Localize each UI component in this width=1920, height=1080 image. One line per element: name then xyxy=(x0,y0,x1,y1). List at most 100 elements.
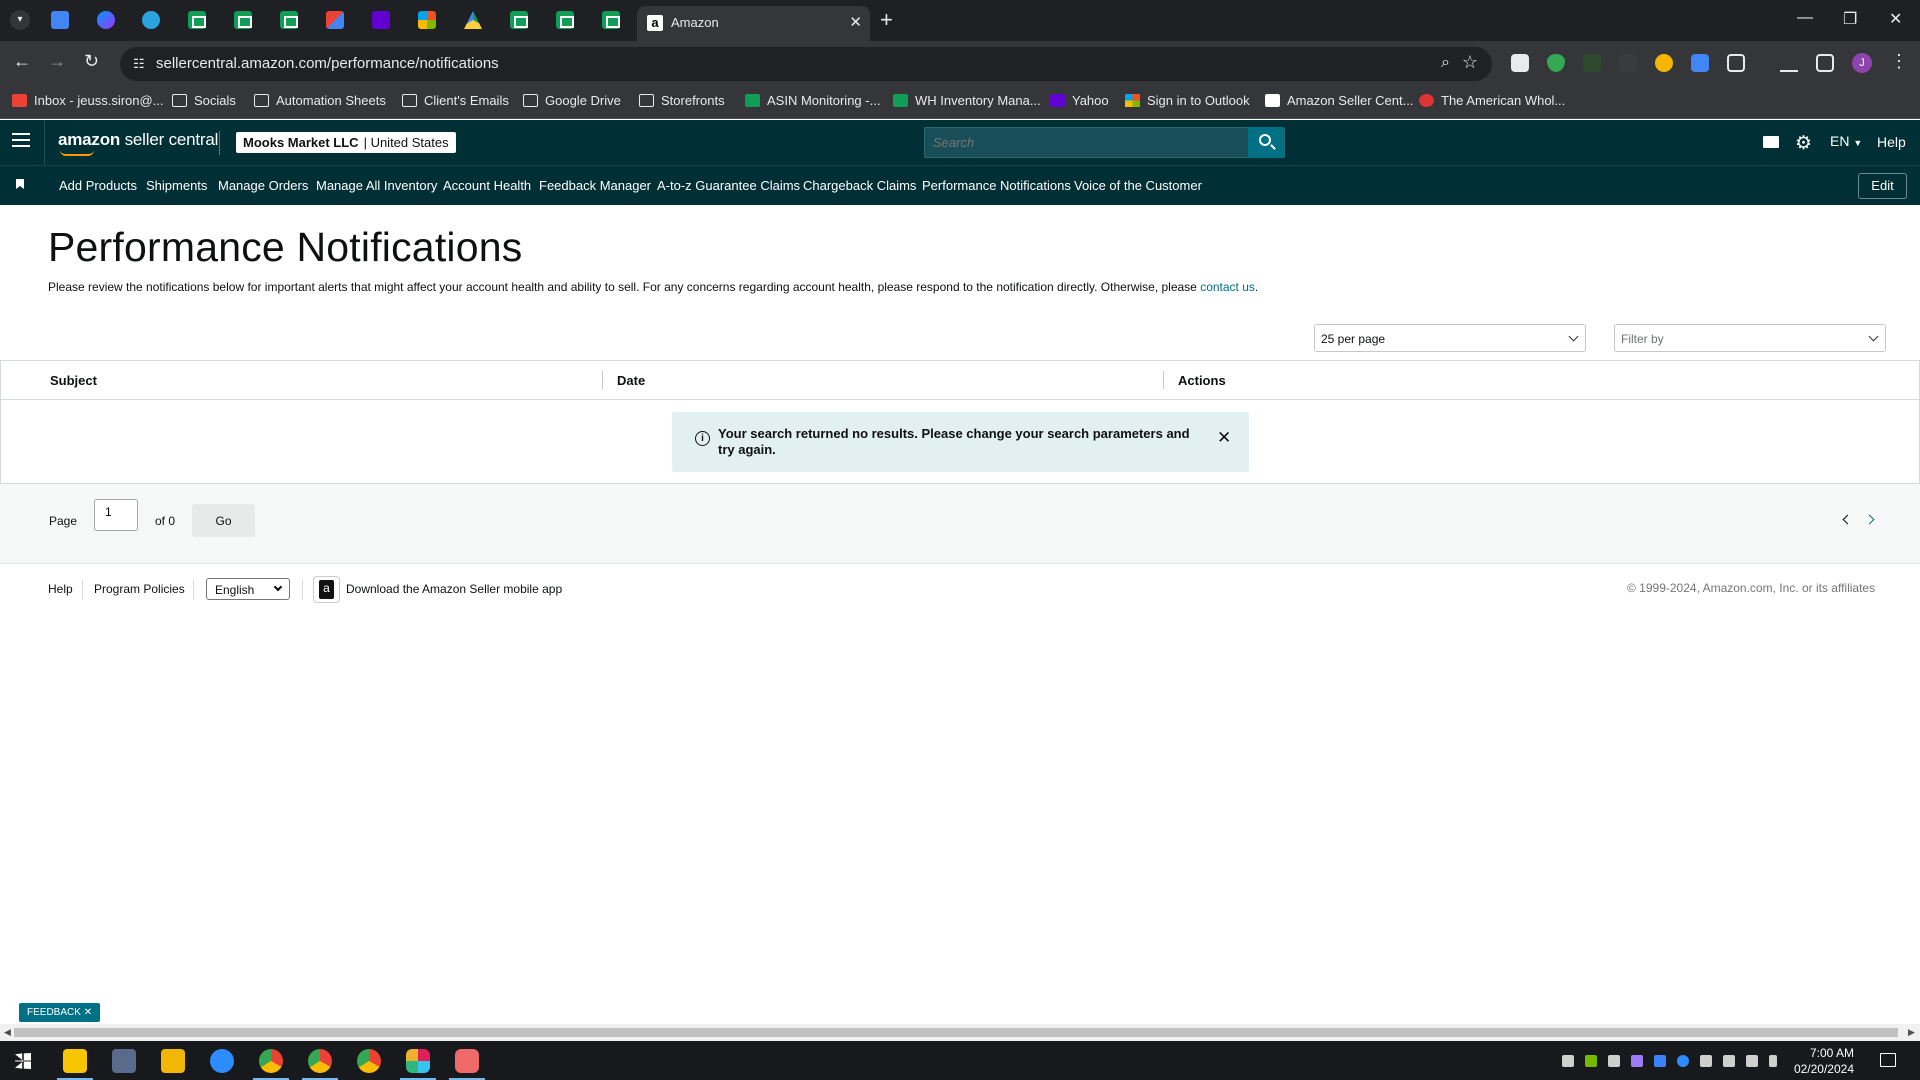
help-link[interactable]: Help xyxy=(1877,134,1906,150)
calculator-icon[interactable] xyxy=(112,1049,136,1073)
bookmark-item[interactable]: Socials xyxy=(172,93,236,108)
sheets-tab-icon[interactable] xyxy=(602,11,620,29)
footer-program-policies-link[interactable]: Program Policies xyxy=(94,582,185,596)
volume-icon[interactable] xyxy=(1723,1055,1735,1067)
chevron-left-icon[interactable] xyxy=(1842,514,1853,525)
nav-shipments[interactable]: Shipments xyxy=(146,178,207,193)
pen-icon[interactable] xyxy=(1631,1055,1643,1067)
edit-nav-button[interactable]: Edit xyxy=(1858,173,1907,199)
nav-voice-of-customer[interactable]: Voice of the Customer xyxy=(1074,178,1202,193)
close-tab-icon[interactable]: ✕ xyxy=(849,13,862,31)
restore-icon[interactable]: ❐ xyxy=(1843,9,1857,29)
close-icon[interactable]: ✕ xyxy=(84,1007,92,1018)
sheets-tab-icon[interactable] xyxy=(280,11,298,29)
per-page-select[interactable]: 25 per page xyxy=(1314,324,1586,352)
scroll-right-icon[interactable]: ▶ xyxy=(1908,1027,1915,1038)
bookmark-item[interactable]: Storefronts xyxy=(639,93,725,108)
scrollbar-thumb[interactable] xyxy=(14,1028,1898,1037)
site-info-icon[interactable]: ☷ xyxy=(133,56,145,72)
bookmark-item[interactable]: Yahoo xyxy=(1050,93,1109,108)
close-window-icon[interactable]: ✕ xyxy=(1889,9,1902,29)
language-menu[interactable]: EN ▼ xyxy=(1830,133,1862,149)
search-button[interactable] xyxy=(1248,127,1284,158)
nav-a-to-z-claims[interactable]: A-to-z Guarantee Claims xyxy=(657,178,800,193)
yahoo-tab-icon[interactable] xyxy=(372,11,390,29)
forward-icon[interactable]: → xyxy=(48,51,66,72)
back-icon[interactable]: ← xyxy=(13,51,31,72)
slack-icon[interactable] xyxy=(406,1049,430,1073)
nav-manage-orders[interactable]: Manage Orders xyxy=(218,178,308,193)
chrome-icon[interactable] xyxy=(308,1049,332,1073)
drive-tab-icon[interactable] xyxy=(464,11,482,29)
sticky-notes-icon[interactable] xyxy=(63,1049,87,1073)
messenger-tab-icon[interactable] xyxy=(97,11,115,29)
extension-icon[interactable] xyxy=(1691,54,1709,72)
footer-language-select[interactable]: English xyxy=(206,578,290,600)
filter-select[interactable]: Filter by xyxy=(1614,324,1886,352)
asana-icon[interactable] xyxy=(455,1049,479,1073)
bookmark-item[interactable]: Automation Sheets xyxy=(254,93,386,108)
nav-feedback-manager[interactable]: Feedback Manager xyxy=(539,178,651,193)
extension-icon[interactable] xyxy=(1619,54,1637,72)
bookmark-item[interactable]: Sign in to Outlook xyxy=(1125,93,1250,108)
telegram-tab-icon[interactable] xyxy=(142,11,160,29)
amazon-seller-app-icon[interactable] xyxy=(313,576,340,603)
profile-avatar[interactable]: J xyxy=(1852,53,1872,73)
nav-manage-all-inventory[interactable]: Manage All Inventory xyxy=(316,178,437,193)
bluetooth-icon[interactable] xyxy=(1654,1055,1666,1067)
zoom-icon[interactable]: ⌕ xyxy=(1441,54,1450,72)
nav-account-health[interactable]: Account Health xyxy=(443,178,531,193)
sheets-tab-icon[interactable] xyxy=(234,11,252,29)
battery-icon[interactable] xyxy=(1700,1055,1712,1067)
go-button[interactable]: Go xyxy=(192,504,255,537)
download-app-link[interactable]: Download the Amazon Seller mobile app xyxy=(346,582,562,596)
minimize-icon[interactable]: — xyxy=(1797,9,1813,27)
docs-tab-icon[interactable] xyxy=(51,11,69,29)
page-number-input[interactable] xyxy=(94,499,138,531)
system-clock[interactable]: 7:00 AM 02/20/2024 xyxy=(1784,1045,1854,1077)
hamburger-menu-icon[interactable] xyxy=(12,133,30,147)
search-input[interactable] xyxy=(933,135,1243,150)
close-icon[interactable]: ✕ xyxy=(1217,428,1231,448)
address-bar[interactable]: ☷ sellercentral.amazon.com/performance/n… xyxy=(120,47,1492,81)
network-icon[interactable] xyxy=(1746,1055,1758,1067)
tray-app-icon[interactable] xyxy=(1562,1055,1574,1067)
sheets-tab-icon[interactable] xyxy=(510,11,528,29)
bookmark-item[interactable]: The American Whol... xyxy=(1419,93,1565,108)
new-tab-icon[interactable]: + xyxy=(880,7,893,33)
chevron-right-icon[interactable] xyxy=(1864,514,1875,525)
horizontal-scrollbar[interactable]: ◀ ▶ xyxy=(0,1024,1920,1041)
gmail-tab-icon[interactable] xyxy=(326,11,344,29)
notification-center-icon[interactable] xyxy=(1880,1053,1896,1067)
bookmark-item[interactable]: Client's Emails xyxy=(402,93,509,108)
zoom-tray-icon[interactable] xyxy=(1677,1055,1689,1067)
contact-us-link[interactable]: contact us xyxy=(1200,280,1255,294)
reload-icon[interactable]: ↻ xyxy=(84,51,99,72)
nav-chargeback-claims[interactable]: Chargeback Claims xyxy=(803,178,916,193)
tab-search-icon[interactable]: ▾ xyxy=(10,10,30,30)
bookmark-item[interactable]: WH Inventory Mana... xyxy=(893,93,1041,108)
tray-app-icon[interactable] xyxy=(1608,1055,1620,1067)
chrome-icon[interactable] xyxy=(259,1049,283,1073)
sheets-tab-icon[interactable] xyxy=(188,11,206,29)
column-date[interactable]: Date xyxy=(617,373,645,388)
mail-icon[interactable] xyxy=(1763,136,1779,148)
download-icon[interactable] xyxy=(1780,54,1798,72)
nvidia-icon[interactable] xyxy=(1585,1055,1597,1067)
side-panel-icon[interactable] xyxy=(1816,54,1834,72)
column-subject[interactable]: Subject xyxy=(50,373,97,388)
extension-icon[interactable] xyxy=(1511,54,1529,72)
bookmark-item[interactable]: Google Drive xyxy=(523,93,621,108)
url-text[interactable]: sellercentral.amazon.com/performance/not… xyxy=(156,55,499,72)
bookmark-item[interactable]: Inbox - jeuss.siron@... xyxy=(12,93,164,108)
windows-start-icon[interactable] xyxy=(15,1053,31,1069)
zoom-icon[interactable] xyxy=(210,1049,234,1073)
seller-central-logo[interactable]: amazon seller central xyxy=(58,130,218,150)
extension-icon[interactable] xyxy=(1655,54,1673,72)
tab-amazon[interactable]: a Amazon ✕ xyxy=(637,6,870,41)
bookmark-item[interactable]: Amazon Seller Cent... xyxy=(1265,93,1413,108)
feedback-button[interactable]: FEEDBACK ✕ xyxy=(19,1003,101,1022)
bookmark-item[interactable]: ASIN Monitoring -... xyxy=(745,93,880,108)
microphone-icon[interactable] xyxy=(1769,1055,1777,1067)
chrome-icon[interactable] xyxy=(357,1049,381,1073)
